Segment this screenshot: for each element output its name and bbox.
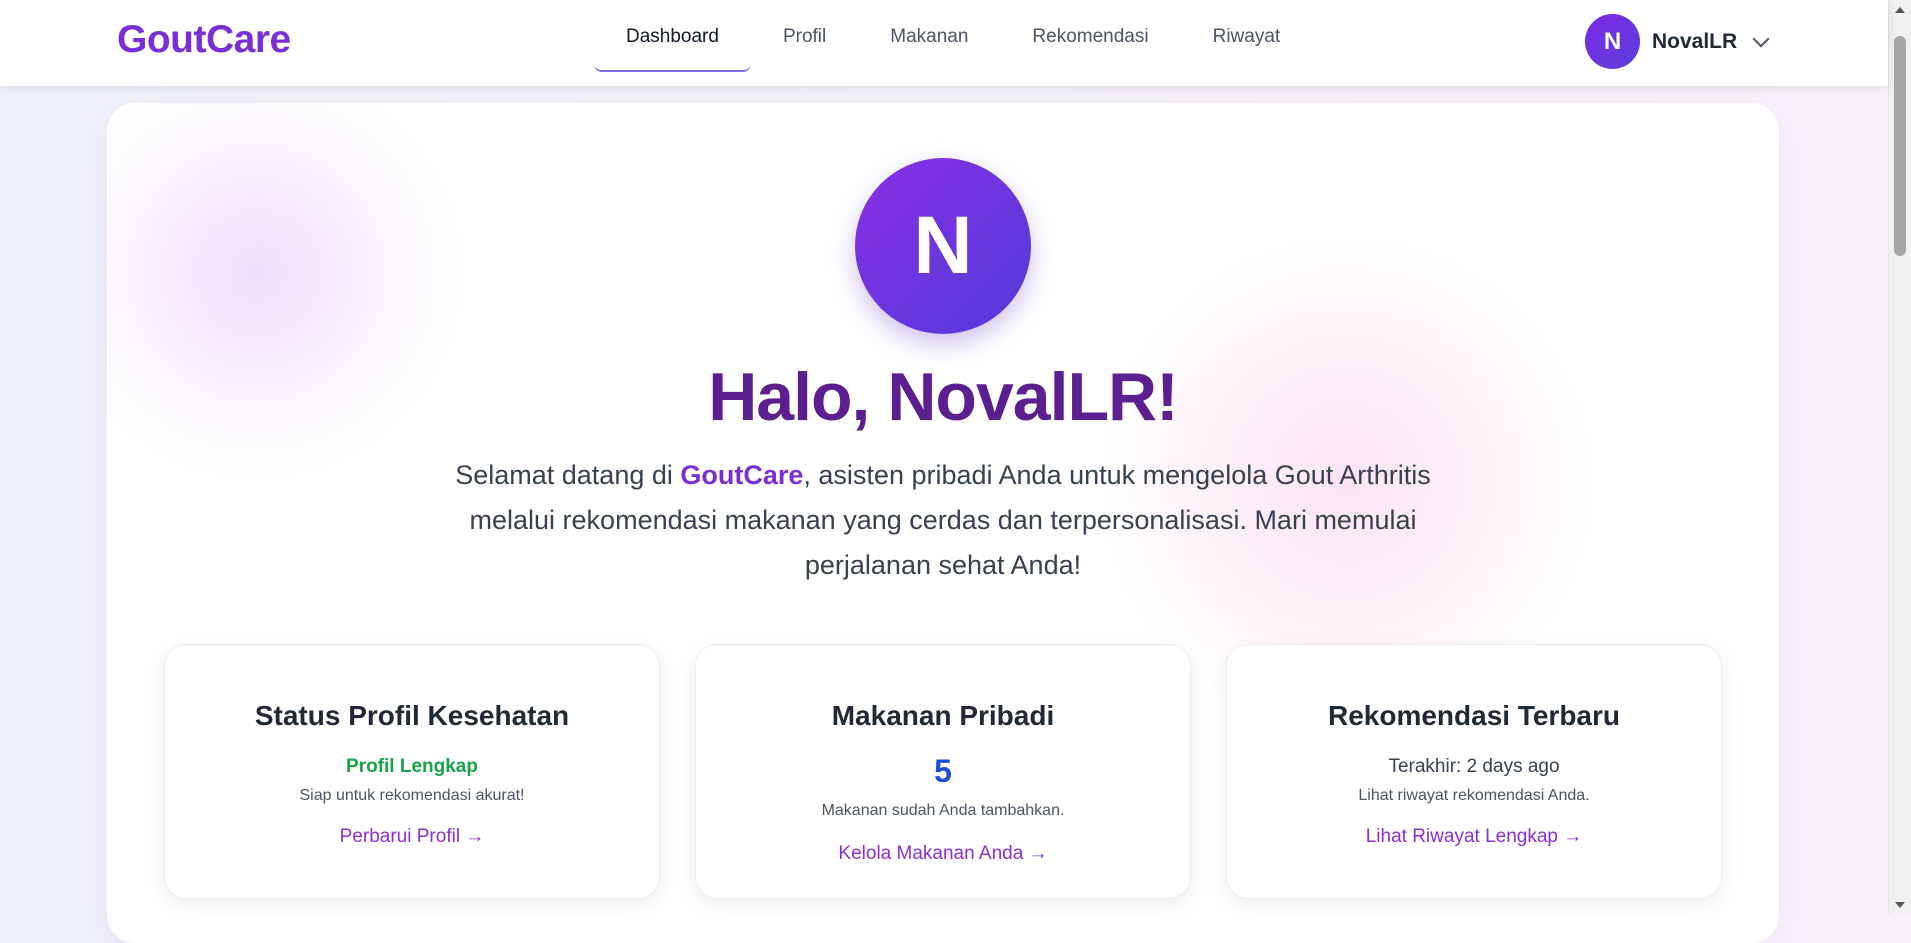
personal-food-count: 5 [934, 753, 952, 789]
welcome-text-intro: Selamat datang di [455, 460, 681, 490]
page-scrollbar[interactable] [1888, 0, 1911, 915]
latest-recommendation-card: Rekomendasi Terbaru Terakhir: 2 days ago… [1226, 644, 1722, 899]
personal-food-title: Makanan Pribadi [831, 700, 1055, 731]
welcome-text-brand: GoutCare [680, 460, 804, 490]
latest-recommendation-title: Rekomendasi Terbaru [1327, 700, 1621, 731]
personal-food-subtitle: Makanan sudah Anda tambahkan. [821, 802, 1065, 819]
personal-food-card: Makanan Pribadi 5 Makanan sudah Anda tam… [695, 644, 1191, 899]
avatar: N [1585, 14, 1640, 69]
profile-status-card: Status Profil Kesehatan Profil Lengkap S… [164, 644, 660, 899]
user-menu[interactable]: N NovalLR [1585, 14, 1770, 69]
nav-link-profil[interactable]: Profil [751, 0, 858, 70]
page-title: Halo, NovalLR! [708, 359, 1179, 435]
nav-links: Dashboard Profil Makanan Rekomendasi Riw… [594, 0, 1312, 86]
nav-link-dashboard[interactable]: Dashboard [594, 0, 751, 72]
nav-link-riwayat[interactable]: Riwayat [1181, 0, 1313, 70]
latest-recommendation-subtitle: Lihat riwayat rekomendasi Anda. [1358, 787, 1590, 804]
hero-avatar: N [855, 158, 1031, 334]
welcome-text: Selamat datang di GoutCare, asisten prib… [428, 453, 1458, 588]
brand-logo[interactable]: GoutCare [117, 18, 291, 62]
scroll-up-arrow-icon[interactable] [1895, 7, 1905, 13]
profile-status-badge: Profil Lengkap [346, 756, 478, 777]
user-name: NovalLR [1652, 29, 1738, 53]
nav-link-makanan[interactable]: Makanan [858, 0, 1000, 70]
chevron-down-icon [1752, 30, 1770, 47]
welcome-card: N Halo, NovalLR! Selamat datang di GoutC… [107, 103, 1779, 943]
update-profile-link[interactable]: Perbarui Profil → [165, 826, 659, 848]
profile-status-subtitle: Siap untuk rekomendasi akurat! [299, 787, 525, 804]
top-navbar: GoutCare Dashboard Profil Makanan Rekome… [0, 0, 1888, 86]
nav-link-rekomendasi[interactable]: Rekomendasi [1000, 0, 1180, 70]
full-history-link[interactable]: Lihat Riwayat Lengkap → [1227, 826, 1721, 848]
manage-food-link[interactable]: Kelola Makanan Anda → [696, 843, 1190, 865]
latest-recommendation-time: Terakhir: 2 days ago [1388, 756, 1560, 777]
profile-status-title: Status Profil Kesehatan [254, 700, 570, 731]
scroll-down-arrow-icon[interactable] [1895, 902, 1905, 908]
scrollbar-thumb[interactable] [1894, 36, 1906, 256]
